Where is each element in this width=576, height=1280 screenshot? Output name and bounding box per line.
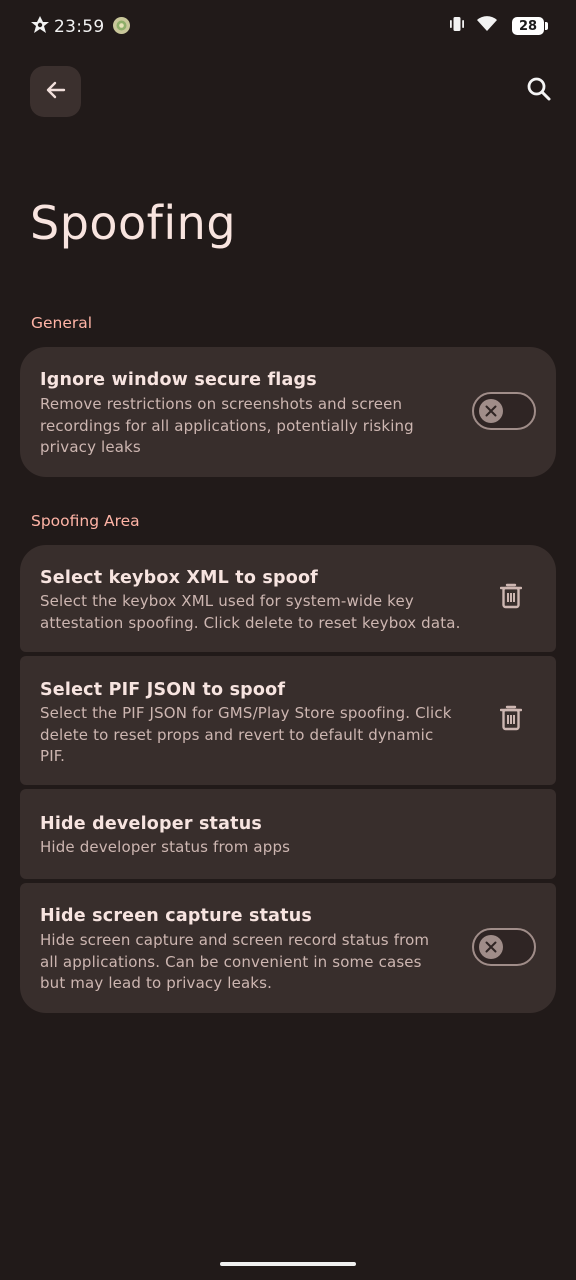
wifi-icon [476,15,498,37]
arrow-left-icon [44,78,68,106]
trash-icon [499,705,523,735]
hide-screen-capture-toggle[interactable] [472,928,536,966]
setting-title: Hide screen capture status [40,906,312,926]
description-line: Select the PIF JSON for GMS/Play Store s… [40,704,452,722]
setting-title: Select PIF JSON to spoof [40,680,286,700]
status-bar: 23:59 28 [0,0,576,56]
status-time: 23:59 [54,17,105,37]
description-line: Select the keybox XML used for system-wi… [40,592,414,610]
home-indicator[interactable] [220,1262,356,1266]
status-bar-left: 23:59 [30,15,131,39]
description-line: PIF. [40,747,66,765]
toggle-thumb [479,935,503,959]
delete-keybox-button[interactable] [498,583,524,613]
description-line: Hide developer status from apps [40,838,291,856]
delete-pif-button[interactable] [498,705,524,735]
search-button[interactable] [516,68,562,114]
setting-hide-screen-capture-status[interactable]: Hide screen capture status Hide screen c… [20,883,556,1013]
close-icon [485,402,497,421]
description-line: attestation spoofing. Click delete to re… [40,613,461,632]
battery-level: 28 [518,18,538,34]
setting-title: Hide developer status [40,814,262,834]
setting-ignore-secure-flags[interactable]: Ignore window secure flags Remove restri… [20,347,556,477]
setting-description: Remove restrictions on screenshots and s… [40,394,414,459]
battery-icon: 28 [512,17,544,35]
setting-description: Select the keybox XML used for system-wi… [40,591,461,634]
setting-hide-developer-status[interactable]: Hide developer status Hide developer sta… [20,789,556,879]
description-line: all applications. Can be convenient in s… [40,952,422,971]
description-line: recordings for all applications, potenti… [40,416,414,435]
description-line: Remove restrictions on screenshots and s… [40,395,403,413]
setting-description: Hide developer status from apps [40,837,290,859]
vibrate-icon [448,16,466,36]
toggle-thumb [479,399,503,423]
status-bar-right: 28 [448,15,548,37]
setting-description: Hide screen capture and screen record st… [40,930,429,995]
setting-title: Ignore window secure flags [40,370,317,390]
search-icon [526,76,552,106]
setting-select-keybox[interactable]: Select keybox XML to spoof Select the ke… [20,545,556,652]
setting-title: Select keybox XML to spoof [40,568,318,588]
description-line: Hide screen capture and screen record st… [40,931,430,949]
ignore-secure-flags-toggle[interactable] [472,392,536,430]
battery-nub [545,22,548,30]
close-icon [485,938,497,957]
page-title: Spoofing [30,196,237,250]
trash-icon [499,583,523,613]
section-label-spoofing-area: Spoofing Area [31,512,140,530]
setting-select-pif[interactable]: Select PIF JSON to spoof Select the PIF … [20,656,556,785]
back-button[interactable] [30,66,81,117]
section-label-general: General [31,314,93,332]
description-line: but may lead to privacy leaks. [40,974,273,992]
setting-description: Select the PIF JSON for GMS/Play Store s… [40,703,452,768]
description-line: delete to reset props and revert to defa… [40,725,434,744]
round-app-icon [112,16,131,39]
notification-app-icon [30,15,50,39]
description-line: privacy leaks [40,438,141,456]
